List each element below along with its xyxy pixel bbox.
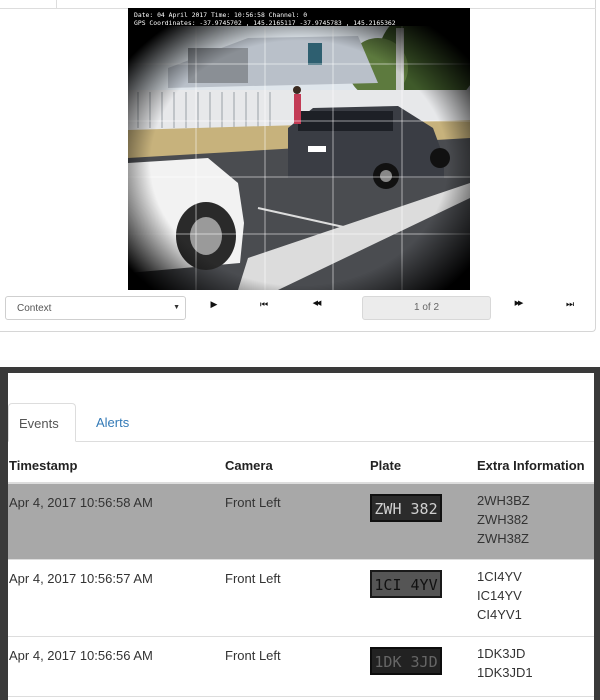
overlay-datetime: Date: 04 April 2017 Time: 10:56:58 Chann…	[134, 11, 308, 19]
play-icon: ▶	[210, 299, 218, 309]
column-header-timestamp[interactable]: Timestamp	[8, 448, 225, 484]
camera-overlay-text: Date: 04 April 2017 Time: 10:56:58 Chann…	[134, 11, 396, 27]
camera-frame-image[interactable]: Date: 04 April 2017 Time: 10:56:58 Chann…	[128, 8, 470, 290]
column-header-plate[interactable]: Plate	[370, 448, 477, 484]
table-row[interactable]: Apr 4, 2017 10:56:57 AM Front Left 1CI 4…	[8, 558, 594, 636]
plate-text: ZWH 382	[374, 500, 437, 518]
events-panel: Events Alerts Timestamp Camera Plate Ext…	[8, 373, 594, 700]
extra-info-list: 1CI4YV IC14YV CI4YV1	[477, 560, 594, 624]
plate-image[interactable]: 1DK 3JD	[370, 646, 442, 675]
events-tabs: Events Alerts	[8, 403, 594, 442]
rewind-button[interactable]: ◀◀	[306, 297, 326, 311]
table-header-row: Timestamp Camera Plate Extra Information	[8, 448, 594, 484]
rewind-icon: ◀◀	[312, 300, 322, 307]
column-header-camera[interactable]: Camera	[225, 448, 370, 484]
extra-info-item: CI4YV1	[477, 606, 522, 622]
plate-text: 1DK 3JD	[374, 653, 437, 671]
skip-to-end-icon: ⏭	[565, 299, 575, 309]
video-viewer-panel: Date: 04 April 2017 Time: 10:56:58 Chann…	[0, 0, 596, 332]
row-camera: Front Left	[225, 647, 281, 663]
extra-info-item: 1DK3JD	[477, 645, 526, 661]
chevron-down-icon: ▼	[173, 304, 180, 311]
extra-info-item: IC14YV	[477, 587, 522, 603]
page-indicator: 1 of 2	[362, 296, 491, 320]
viewer-tab-stub	[0, 0, 57, 9]
extra-info-item: 2WH3BZ	[477, 493, 530, 508]
street-scene-image	[128, 8, 470, 290]
extra-info-item: 1DK3JD1	[477, 664, 533, 680]
tab-alerts[interactable]: Alerts	[86, 403, 146, 442]
row-timestamp: Apr 4, 2017 10:56:57 AM	[9, 570, 153, 586]
events-panel-frame: Events Alerts Timestamp Camera Plate Ext…	[0, 367, 600, 700]
row-timestamp: Apr 4, 2017 10:56:56 AM	[9, 647, 153, 663]
row-timestamp: Apr 4, 2017 10:56:58 AM	[9, 495, 153, 510]
extra-info-item: ZWH38Z	[477, 531, 529, 546]
tab-events[interactable]: Events	[8, 403, 76, 442]
context-select[interactable]: Context ▼	[5, 296, 186, 320]
play-button[interactable]: ▶	[204, 297, 224, 311]
context-select-value: Context	[17, 303, 52, 314]
extra-info-list: 1DK3JD 1DK3JD1	[477, 637, 594, 682]
column-header-extra-information[interactable]: Extra Information	[477, 448, 594, 484]
row-camera: Front Left	[225, 495, 281, 510]
table-row[interactable]: Apr 4, 2017 10:56:58 AM Front Left ZWH 3…	[8, 482, 594, 559]
fast-forward-icon: ▶▶	[514, 300, 524, 307]
last-frame-button[interactable]: ⏭	[560, 297, 580, 311]
skip-to-start-icon: ⏮	[259, 299, 269, 309]
events-table: Timestamp Camera Plate Extra Information…	[8, 448, 594, 700]
plate-image[interactable]: 1CI 4YV	[370, 569, 442, 598]
table-row[interactable]	[8, 695, 594, 700]
playback-control-bar: Context ▼ ▶ ⏮ ◀◀ 1 of 2 ▶▶ ⏭	[0, 292, 596, 326]
plate-image[interactable]: ZWH 382	[370, 494, 442, 522]
fast-forward-button[interactable]: ▶▶	[508, 297, 528, 311]
table-row[interactable]: Apr 4, 2017 10:56:56 AM Front Left 1DK 3…	[8, 635, 594, 696]
extra-info-item: ZWH382	[477, 512, 529, 527]
overlay-gps: GPS Coordinates: -37.9745702 , 145.21651…	[134, 19, 396, 27]
extra-info-list: 2WH3BZ ZWH382 ZWH38Z	[477, 484, 594, 548]
plate-text: 1CI 4YV	[374, 576, 437, 594]
extra-info-item: 1CI4YV	[477, 568, 522, 584]
row-camera: Front Left	[225, 570, 281, 586]
first-frame-button[interactable]: ⏮	[254, 297, 274, 311]
